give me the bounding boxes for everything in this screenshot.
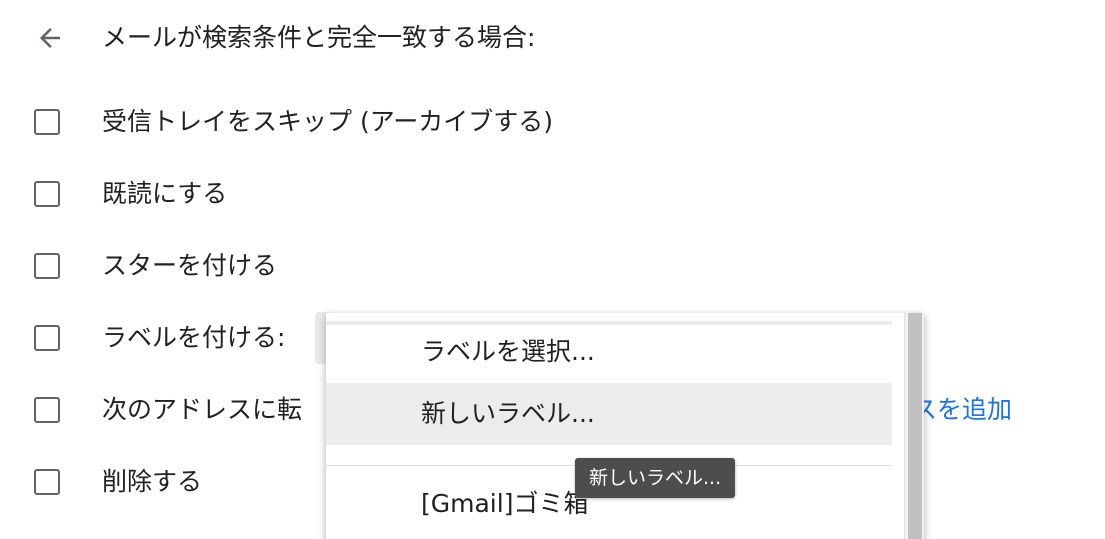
star-checkbox[interactable] [34, 253, 60, 279]
label-dropdown-menu: ラベルを選択... 新しいラベル... [Gmail]ゴミ箱 [326, 313, 924, 539]
back-button[interactable] [30, 22, 70, 54]
option-skip-inbox: 受信トレイをスキップ (アーカイブする) [0, 100, 1105, 148]
add-forwarding-address-link[interactable]: スを追加 [912, 393, 1012, 427]
skip-inbox-checkbox[interactable] [34, 109, 60, 135]
forward-checkbox[interactable] [34, 397, 60, 423]
menu-item-choose-label[interactable]: ラベルを選択... [326, 321, 892, 383]
forward-label[interactable]: 次のアドレスに転 [102, 393, 302, 427]
filter-actions-page: メールが検索条件と完全一致する場合: 受信トレイをスキップ (アーカイブする) … [0, 0, 1105, 539]
page-title: メールが検索条件と完全一致する場合: [102, 23, 536, 52]
menu-item-label: [Gmail]ゴミ箱 [421, 489, 589, 518]
delete-checkbox[interactable] [34, 469, 60, 495]
tooltip: 新しいラベル... [575, 458, 736, 498]
option-star: スターを付ける [0, 244, 1105, 292]
mark-read-checkbox[interactable] [34, 181, 60, 207]
delete-label[interactable]: 削除する [102, 465, 202, 499]
dropdown-scrollbar[interactable] [904, 313, 924, 539]
apply-label-checkbox[interactable] [34, 325, 60, 351]
menu-item-label: 新しいラベル... [421, 399, 595, 428]
header: メールが検索条件と完全一致する場合: [0, 10, 1105, 66]
skip-inbox-label[interactable]: 受信トレイをスキップ (アーカイブする) [102, 105, 553, 139]
option-mark-read: 既読にする [0, 172, 1105, 220]
menu-item-label: ラベルを選択... [421, 337, 595, 366]
apply-label-label[interactable]: ラベルを付ける: [102, 321, 285, 355]
arrow-left-icon [40, 28, 60, 48]
star-label[interactable]: スターを付ける [102, 249, 277, 283]
menu-item-new-label[interactable]: 新しいラベル... [326, 383, 892, 445]
mark-read-label[interactable]: 既読にする [102, 177, 227, 211]
scrollbar-thumb[interactable] [908, 313, 922, 539]
